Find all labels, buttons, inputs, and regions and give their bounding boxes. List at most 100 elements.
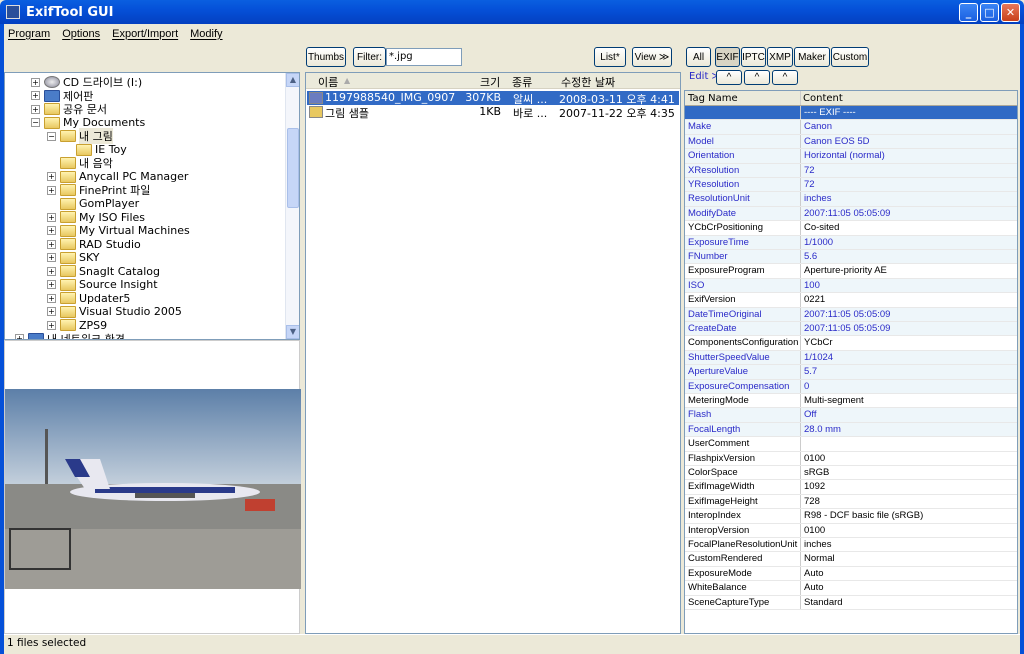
tree-node[interactable]: + SnagIt Catalog <box>47 264 160 278</box>
menu-export-import[interactable]: Export/Import <box>112 28 178 40</box>
tree-node[interactable]: GomPlayer <box>47 197 139 211</box>
collapse-icon[interactable]: − <box>47 131 56 141</box>
filter-input[interactable]: *.jpg <box>386 48 462 66</box>
tree-node[interactable]: + FinePrint 파일 <box>47 183 150 197</box>
menu-options[interactable]: Options <box>62 28 100 40</box>
filter-iptc-button[interactable]: IPTC <box>741 47 766 67</box>
column-date[interactable]: 수정한 날짜 <box>561 74 615 90</box>
filter-exif-button[interactable]: EXIF <box>715 47 740 67</box>
file-list[interactable]: 이름 ▲ 크기 종류 수정한 날짜 1197988540_IMG_0907 307… <box>305 72 681 634</box>
folder-tree[interactable]: ▲ ▼ + CD 드라이브 (I:) + 제어판 + 공유 문서 − My Documents… <box>4 72 300 340</box>
expand-icon[interactable]: + <box>47 239 56 249</box>
maximize-button[interactable]: □ <box>980 3 999 22</box>
file-row[interactable]: 1197988540_IMG_0907 307KB 알씨 ... 2008-03-11… <box>307 91 679 106</box>
tag-row[interactable]: DateTimeOriginal 2007:11:05 05:05:09 <box>685 307 1017 322</box>
tree-node[interactable]: − 내 그림 <box>47 128 113 144</box>
tag-row[interactable]: YCbCrPositioning Co-sited <box>685 221 1017 236</box>
tree-node[interactable]: 내 음악 <box>47 156 113 170</box>
expand-icon[interactable]: + <box>31 77 40 87</box>
tag-row[interactable]: Make Canon <box>685 120 1017 135</box>
tag-row[interactable]: Orientation Horizontal (normal) <box>685 149 1017 164</box>
minimize-button[interactable]: _ <box>959 3 978 22</box>
collapse-icon[interactable]: − <box>31 118 40 127</box>
view-button[interactable]: View ≫ <box>632 47 672 67</box>
tag-row[interactable]: WhiteBalance Auto <box>685 581 1017 596</box>
tag-row[interactable]: ISO 100 <box>685 278 1017 294</box>
tag-row[interactable]: SceneCaptureType Standard <box>685 595 1017 610</box>
tag-row[interactable]: InteropIndex R98 - DCF basic file (sRGB) <box>685 509 1017 524</box>
filter-custom-button[interactable]: Custom <box>831 47 869 67</box>
tree-node[interactable]: + 공유 문서 <box>31 102 107 116</box>
column-tag-name[interactable]: Tag Name <box>688 93 738 104</box>
scroll-thumb[interactable] <box>287 128 299 208</box>
menu-program[interactable]: Program <box>8 28 50 40</box>
tag-row[interactable]: ModifyDate 2007:11:05 05:05:09 <box>685 206 1017 222</box>
filter-xmp-button[interactable]: XMP <box>767 47 793 67</box>
expand-icon[interactable]: + <box>47 280 56 289</box>
tag-row[interactable]: FocalLength 28.0 mm <box>685 422 1017 438</box>
filter-maker-button[interactable]: Maker <box>794 47 830 67</box>
thumbs-button[interactable]: Thumbs <box>306 47 346 67</box>
tree-node[interactable]: + My ISO Files <box>47 210 145 224</box>
tag-row[interactable]: ResolutionUnit inches <box>685 192 1017 207</box>
tree-scrollbar[interactable]: ▲ ▼ <box>285 73 299 339</box>
tag-row[interactable]: Flash Off <box>685 408 1017 423</box>
tag-row[interactable]: ExifVersion 0221 <box>685 293 1017 308</box>
tree-node[interactable]: + Updater5 <box>47 291 130 305</box>
expand-icon[interactable]: + <box>31 104 40 114</box>
tag-row[interactable]: CreateDate 2007:11:05 05:05:09 <box>685 322 1017 337</box>
list-button[interactable]: List* <box>594 47 626 67</box>
expand-icon[interactable]: + <box>47 293 56 303</box>
menu-modify[interactable]: Modify <box>190 28 222 40</box>
tag-row[interactable]: ExposureCompensation 0 <box>685 379 1017 394</box>
tag-row[interactable]: MeteringMode Multi-segment <box>685 394 1017 409</box>
scroll-down-button[interactable]: ▼ <box>286 325 299 339</box>
tree-node[interactable]: + SKY <box>47 251 100 265</box>
group-header-row[interactable]: ---- EXIF ---- <box>685 106 1017 121</box>
expand-icon[interactable]: + <box>47 320 56 330</box>
tag-row[interactable]: ExifImageHeight 728 <box>685 494 1017 510</box>
expand-icon[interactable]: + <box>47 172 56 181</box>
tag-row[interactable]: InteropVersion 0100 <box>685 523 1017 538</box>
tag-row[interactable]: ColorSpace sRGB <box>685 466 1017 481</box>
expand-icon[interactable]: + <box>47 266 56 276</box>
expand-icon[interactable]: + <box>47 212 56 222</box>
expand-icon[interactable]: + <box>47 226 56 235</box>
tree-node[interactable]: + 내 네트워크 환경 <box>15 332 125 339</box>
tag-row[interactable]: UserComment <box>685 437 1017 452</box>
column-size[interactable]: 크기 <box>480 74 500 90</box>
tag-row[interactable]: FocalPlaneResolutionUnit inches <box>685 538 1017 553</box>
move-up-button-1[interactable]: ^ <box>716 70 742 85</box>
tag-row[interactable]: YResolution 72 <box>685 178 1017 193</box>
tag-row[interactable]: FNumber 5.6 <box>685 250 1017 265</box>
move-up-button-3[interactable]: ^ <box>772 70 798 85</box>
tag-row[interactable]: ExifImageWidth 1092 <box>685 480 1017 495</box>
tree-node[interactable]: + RAD Studio <box>47 237 141 251</box>
tree-node[interactable]: + Source Insight <box>47 278 158 292</box>
expand-icon[interactable]: + <box>47 185 56 195</box>
tag-row[interactable]: ComponentsConfiguration YCbCr <box>685 336 1017 351</box>
column-content[interactable]: Content <box>803 93 843 104</box>
column-type[interactable]: 종류 <box>512 74 532 90</box>
expand-icon[interactable]: + <box>31 91 40 100</box>
tag-row[interactable]: FlashpixVersion 0100 <box>685 451 1017 466</box>
tag-row[interactable]: ExposureProgram Aperture-priority AE <box>685 264 1017 279</box>
tag-row[interactable]: XResolution 72 <box>685 163 1017 178</box>
filter-all-button[interactable]: All <box>686 47 711 67</box>
metadata-table[interactable]: Tag Name Content ---- EXIF ---- Make Canon… <box>684 90 1018 634</box>
tree-node[interactable]: + Visual Studio 2005 <box>47 305 182 319</box>
expand-icon[interactable]: + <box>47 307 56 316</box>
expand-icon[interactable]: + <box>47 253 56 262</box>
tag-row[interactable]: ApertureValue 5.7 <box>685 365 1017 380</box>
tag-row[interactable]: ExposureTime 1/1000 <box>685 235 1017 250</box>
file-row[interactable]: 그림 샘플 1KB 바로 ... 2007-11-22 오후 4:35 <box>307 105 679 120</box>
tag-row[interactable]: ExposureMode Auto <box>685 566 1017 582</box>
move-up-button-2[interactable]: ^ <box>744 70 770 85</box>
tag-row[interactable]: Model Canon EOS 5D <box>685 134 1017 150</box>
scroll-up-button[interactable]: ▲ <box>286 73 299 87</box>
close-button[interactable]: ✕ <box>1001 3 1020 22</box>
tag-row[interactable]: ShutterSpeedValue 1/1024 <box>685 350 1017 366</box>
tag-row[interactable]: CustomRendered Normal <box>685 552 1017 567</box>
column-name[interactable]: 이름 <box>318 74 338 90</box>
tree-node[interactable]: + My Virtual Machines <box>47 224 190 238</box>
